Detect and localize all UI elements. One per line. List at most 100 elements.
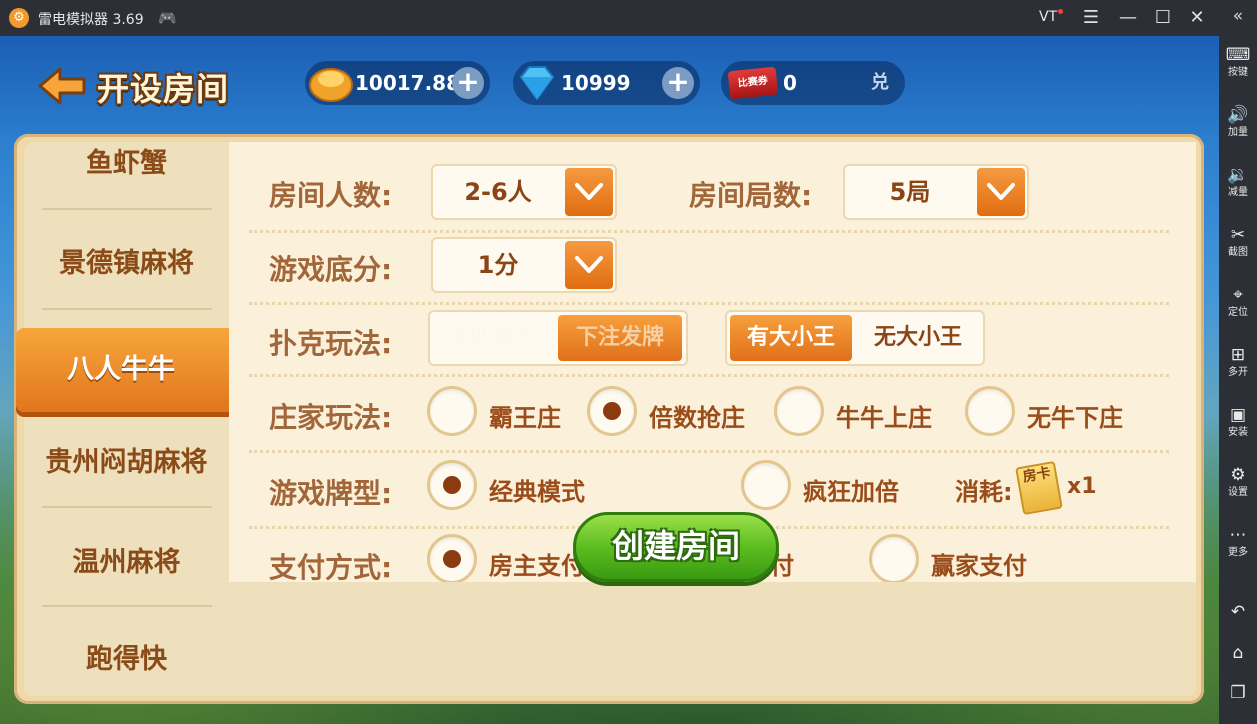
cost-label: 消耗:: [955, 478, 1013, 506]
emulator-title: 雷电模拟器 3.69: [38, 12, 144, 28]
banker-option-label[interactable]: 无牛下庄: [1027, 398, 1123, 433]
players-label: 房间人数:: [269, 179, 393, 212]
sidebar-item-screenshot[interactable]: ✂ 截图: [1219, 224, 1257, 260]
rounds-select[interactable]: 5局: [843, 164, 1029, 220]
tab-guizhou-menhu-mahjong[interactable]: 贵州闷胡麻将: [24, 414, 229, 512]
base-score-select[interactable]: 1分: [431, 237, 617, 293]
row-divider: [249, 374, 1169, 377]
players-select[interactable]: 2-6人: [431, 164, 617, 220]
joker-option-with-jokers[interactable]: 有大小王: [730, 315, 852, 361]
ticket-icon: 比赛券: [727, 66, 779, 100]
payment-option-label[interactable]: 赢家支付: [931, 546, 1027, 581]
create-room-button[interactable]: 创建房间: [573, 512, 779, 582]
card-type-option-label[interactable]: 疯狂加倍: [803, 472, 899, 507]
sidebar-item-more[interactable]: ⋯ 更多: [1219, 524, 1257, 560]
joker-option-no-jokers[interactable]: 无大小王: [857, 315, 979, 361]
banker-option-label[interactable]: 霸王庄: [489, 398, 561, 433]
sidebar-item-label: 多开: [1228, 367, 1248, 378]
diamond-value: 10999: [561, 71, 631, 95]
sidebar-item-label: 加量: [1228, 127, 1248, 138]
vt-alert-dot: [1058, 9, 1064, 14]
game-header: 开设房间 10017.88 + 10999 + 比赛券 0 兑: [0, 36, 1219, 136]
menu-icon[interactable]: ☰: [1079, 6, 1103, 30]
chevron-down-icon[interactable]: [977, 168, 1025, 216]
create-room-label: 创建房间: [611, 527, 740, 565]
add-gold-button[interactable]: +: [452, 67, 484, 99]
diamond-balance: 10999 +: [513, 61, 700, 105]
banker-radio-niuniu-up[interactable]: [774, 386, 824, 436]
tab-divider: [42, 308, 212, 310]
poker-mode-label: 扑克玩法:: [269, 327, 393, 360]
collapse-sidebar-icon[interactable]: «: [1219, 6, 1257, 26]
emulator-titlebar: ⚙ 雷电模拟器 3.69 🎮 VT ☰ — ☐ ✕: [0, 0, 1257, 36]
sidebar-item-label: 按键: [1228, 67, 1248, 78]
chevron-down-icon[interactable]: [565, 168, 613, 216]
game-screen: 开设房间 10017.88 + 10999 + 比赛券 0 兑 鱼虾蟹 景德镇麻…: [0, 36, 1219, 724]
vt-indicator[interactable]: VT: [1039, 9, 1064, 25]
banker-radio-no-niu-down[interactable]: [965, 386, 1015, 436]
deal-option-bet-then-deal[interactable]: 下注发牌: [558, 315, 682, 361]
recents-nav-icon[interactable]: ❐: [1219, 683, 1257, 703]
diamond-icon: [519, 66, 555, 101]
tab-paodekuai[interactable]: 跑得快: [24, 610, 229, 708]
tab-divider: [42, 208, 212, 210]
back-arrow-icon: [38, 67, 86, 105]
tab-jingdezhen-mahjong[interactable]: 景德镇麻将: [24, 218, 229, 316]
sidebar-item-settings[interactable]: ⚙ 设置: [1219, 464, 1257, 500]
emulator-sidebar: « ⌨ 按键 🔊 加量 🔉 减量 ✂ 截图 ⌖ 定位 ⊞ 多开 ▣ 安装 ⚙ 设…: [1219, 0, 1257, 724]
tab-wenzhou-mahjong[interactable]: 温州麻将: [24, 514, 229, 612]
row-divider: [249, 450, 1169, 453]
banker-option-label[interactable]: 牛牛上庄: [836, 398, 932, 433]
sidebar-item-location[interactable]: ⌖ 定位: [1219, 284, 1257, 320]
banker-radio-multiplier[interactable]: [587, 386, 637, 436]
sidebar-item-multi-open[interactable]: ⊞ 多开: [1219, 344, 1257, 380]
gold-value: 10017.88: [355, 71, 461, 95]
keyboard-icon: ⌨: [1225, 45, 1251, 65]
volume-down-icon: 🔉: [1227, 165, 1249, 185]
back-arrow-button[interactable]: [36, 66, 88, 106]
exchange-button[interactable]: 兑: [863, 67, 897, 99]
sidebar-item-volume-down[interactable]: 🔉 减量: [1219, 164, 1257, 200]
multi-open-icon: ⊞: [1230, 345, 1246, 365]
payment-radio-owner[interactable]: [427, 534, 477, 584]
payment-radio-winner[interactable]: [869, 534, 919, 584]
deal-option-four-wait-five[interactable]: 发四等五: [434, 315, 552, 361]
sidebar-item-install[interactable]: ▣ 安装: [1219, 404, 1257, 440]
minimize-icon[interactable]: —: [1116, 6, 1140, 30]
card-type-radio-classic[interactable]: [427, 460, 477, 510]
tab-divider: [42, 506, 212, 508]
gold-balance: 10017.88 +: [305, 61, 490, 105]
sidebar-item-keymap[interactable]: ⌨ 按键: [1219, 44, 1257, 80]
create-room-panel: 鱼虾蟹 景德镇麻将 八人牛牛 贵州闷胡麻将 温州麻将 跑得快 房间人数: 2-6…: [14, 134, 1204, 704]
players-value: 2-6人: [464, 178, 532, 206]
back-nav-icon[interactable]: ↶: [1219, 602, 1257, 622]
sidebar-item-label: 安装: [1228, 427, 1248, 438]
room-card-icon: 房卡: [1015, 460, 1063, 516]
joker-mode-toggle: 有大小王 无大小王: [725, 310, 985, 366]
cost-value: x1: [1067, 474, 1097, 499]
home-nav-icon[interactable]: ⌂: [1219, 643, 1257, 663]
panel-footer: [229, 582, 1196, 696]
gear-icon: ⚙: [1230, 465, 1246, 485]
card-type-radio-crazy[interactable]: [741, 460, 791, 510]
close-icon[interactable]: ✕: [1185, 6, 1209, 30]
sidebar-item-label: 减量: [1228, 187, 1248, 198]
base-score-label: 游戏底分:: [269, 253, 393, 286]
sidebar-item-label: 定位: [1228, 307, 1248, 318]
base-score-value: 1分: [477, 251, 519, 279]
chevron-down-icon[interactable]: [565, 241, 613, 289]
gamepad-icon[interactable]: 🎮: [158, 9, 177, 27]
banker-radio-bawang[interactable]: [427, 386, 477, 436]
payment-option-label[interactable]: 房主支付: [489, 546, 585, 581]
banker-mode-label: 庄家玩法:: [269, 401, 393, 434]
tab-bairen-niuniu[interactable]: 八人牛牛: [16, 328, 250, 412]
sidebar-item-volume-up[interactable]: 🔊 加量: [1219, 104, 1257, 140]
sidebar-item-label: 设置: [1228, 487, 1248, 498]
maximize-icon[interactable]: ☐: [1151, 6, 1175, 30]
add-diamond-button[interactable]: +: [662, 67, 694, 99]
volume-up-icon: 🔊: [1227, 105, 1249, 125]
row-divider: [249, 230, 1169, 233]
banker-option-label[interactable]: 倍数抢庄: [649, 398, 745, 433]
card-type-label: 游戏牌型:: [269, 477, 393, 510]
card-type-option-label[interactable]: 经典模式: [489, 472, 585, 507]
